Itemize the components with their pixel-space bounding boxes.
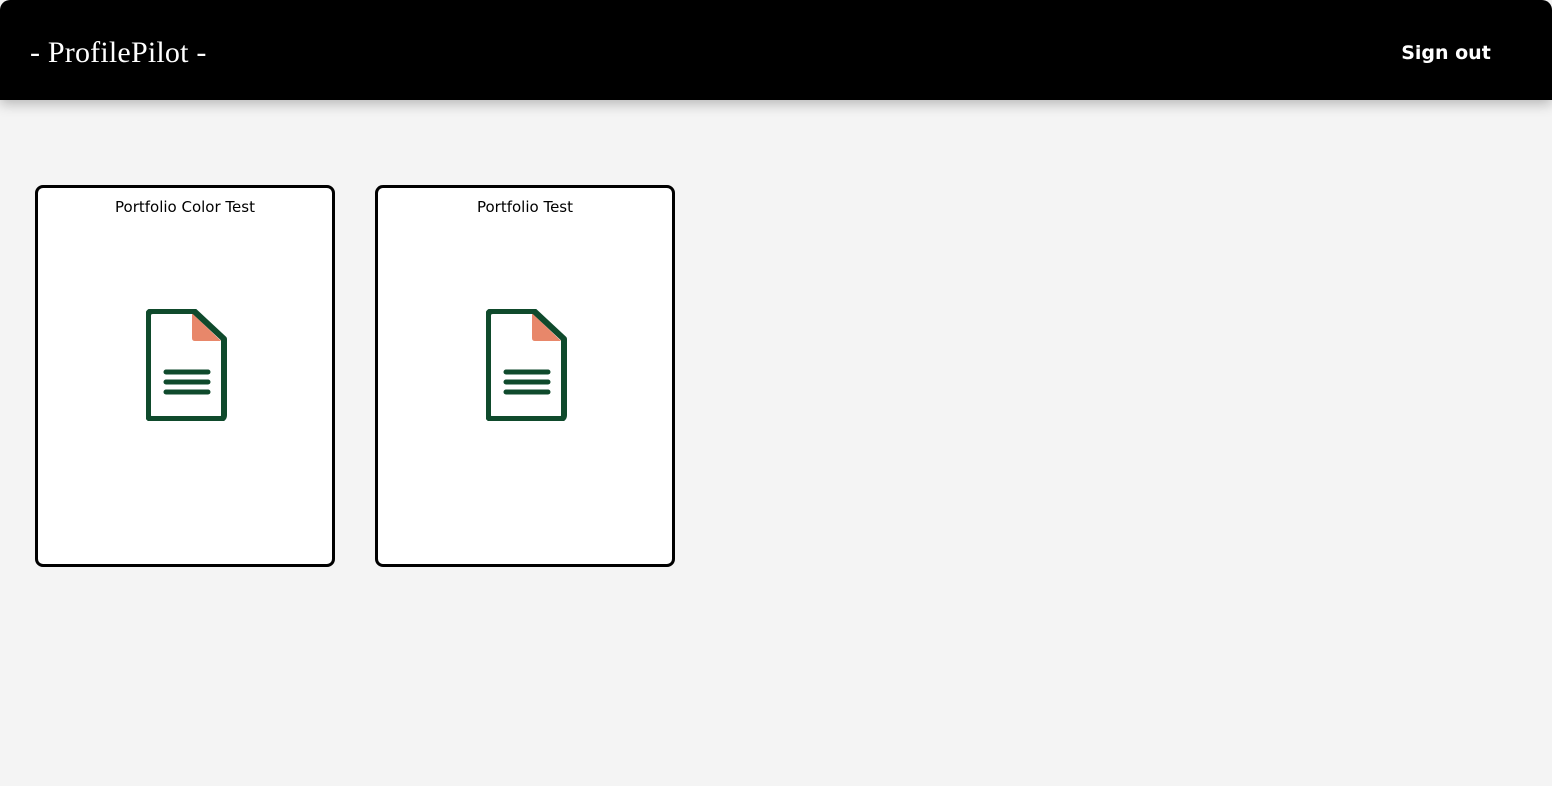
sign-out-button[interactable]: Sign out — [1396, 38, 1496, 68]
portfolio-card-title: Portfolio Color Test — [115, 198, 255, 216]
app-frame: - ProfilePilot - Sign out Portfolio Colo… — [0, 0, 1552, 786]
portfolio-card[interactable]: Portfolio Test — [375, 185, 675, 567]
document-icon — [146, 309, 227, 421]
brand-title: - ProfilePilot - — [30, 36, 207, 69]
portfolio-card-title: Portfolio Test — [476, 198, 573, 216]
top-bar: - ProfilePilot - Sign out — [0, 0, 1552, 100]
document-icon — [486, 309, 567, 421]
portfolio-card[interactable]: Portfolio Color Test — [35, 185, 335, 567]
